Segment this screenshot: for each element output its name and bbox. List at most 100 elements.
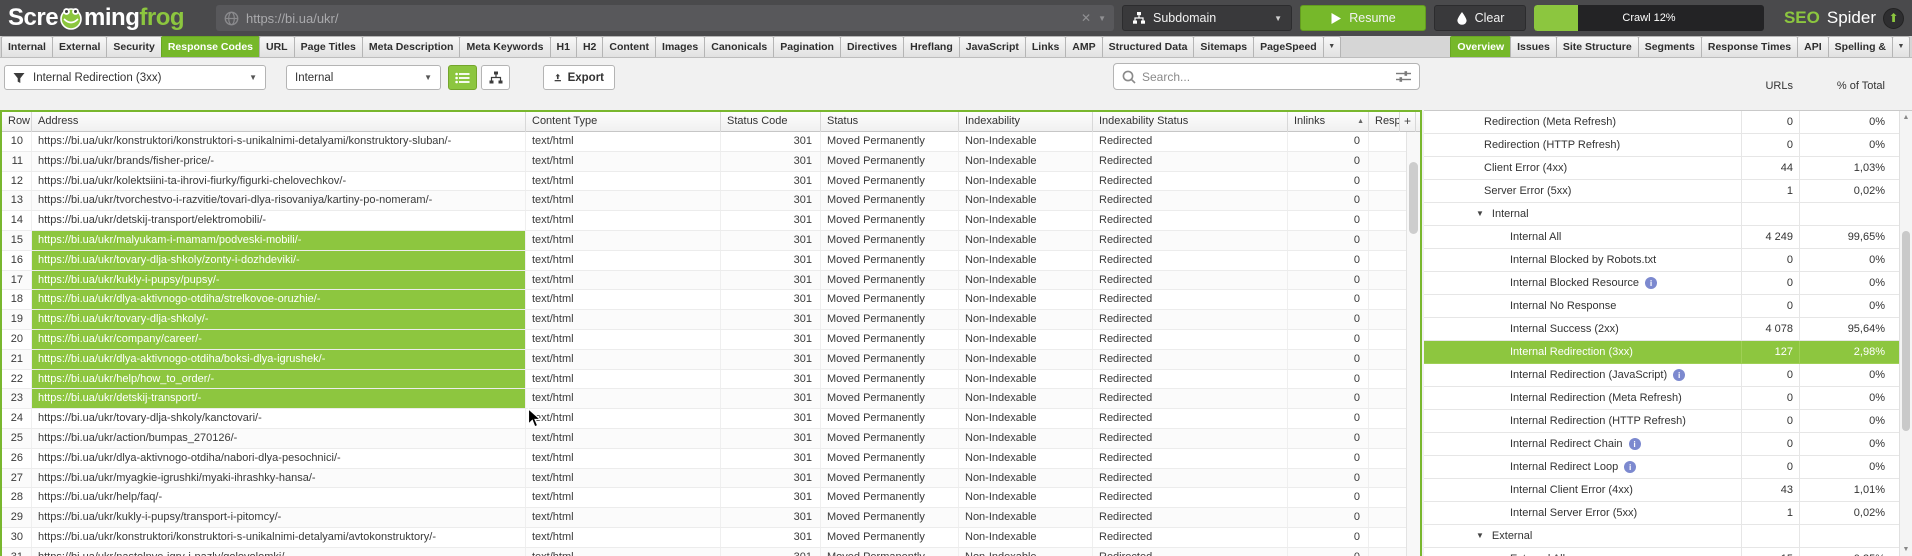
content-type-cell[interactable]: text/html	[526, 468, 721, 488]
indexability-status-cell[interactable]: Redirected	[1093, 527, 1288, 547]
tab-meta-description[interactable]: Meta Description	[361, 36, 461, 57]
table-row[interactable]: 16 https://bi.ua/ukr/tovary-dlja-shkoly/z…	[2, 250, 1420, 271]
table-row[interactable]: 17 https://bi.ua/ukr/kukly-i-pupsy/pupsy/…	[2, 270, 1420, 291]
row-number-cell[interactable]: 22	[2, 369, 32, 389]
status-code-cell[interactable]: 301	[721, 488, 821, 508]
tab-directives[interactable]: Directives	[839, 36, 905, 57]
urls-column-header[interactable]: URLs	[1741, 80, 1799, 92]
column-header-response[interactable]: Respo	[1369, 112, 1400, 132]
table-row[interactable]: 14 https://bi.ua/ukr/detskij-transport/el…	[2, 211, 1420, 231]
indexability-status-cell[interactable]: Redirected	[1093, 369, 1288, 389]
address-cell[interactable]: https://bi.ua/ukr/kolektsiini-ta-ihrovi-…	[32, 171, 526, 191]
status-cell[interactable]: Moved Permanently	[821, 428, 959, 448]
tab-issues[interactable]: Issues	[1510, 36, 1557, 57]
content-type-cell[interactable]: text/html	[526, 409, 721, 428]
overview-item-internal-all[interactable]: Internal All 4 249 99,65%	[1424, 226, 1899, 249]
status-code-cell[interactable]: 301	[721, 270, 821, 290]
inlinks-cell[interactable]: 0	[1288, 409, 1369, 428]
inlinks-cell[interactable]: 0	[1288, 389, 1369, 409]
info-icon[interactable]: i	[1628, 438, 1641, 450]
tab-sitemaps[interactable]: Sitemaps	[1193, 36, 1255, 57]
status-cell[interactable]: Moved Permanently	[821, 270, 959, 290]
row-number-cell[interactable]: 31	[2, 547, 32, 556]
row-number-cell[interactable]: 23	[2, 389, 32, 409]
indexability-cell[interactable]: Non-Indexable	[959, 547, 1093, 556]
overview-item-internal-blocked-by-robots-txt[interactable]: Internal Blocked by Robots.txt 0 0%	[1424, 249, 1899, 272]
clear-url-icon[interactable]: ✕	[1081, 11, 1091, 25]
pct-column-header[interactable]: % of Total	[1799, 80, 1899, 92]
row-number-cell[interactable]: 19	[2, 310, 32, 329]
indexability-status-cell[interactable]: Redirected	[1093, 132, 1288, 151]
indexability-cell[interactable]: Non-Indexable	[959, 191, 1093, 211]
indexability-cell[interactable]: Non-Indexable	[959, 171, 1093, 191]
status-cell[interactable]: Moved Permanently	[821, 132, 959, 151]
tab-spelling[interactable]: Spelling &	[1827, 36, 1893, 57]
table-row[interactable]: 28 https://bi.ua/ukr/help/faq/- text/html 3…	[2, 488, 1420, 509]
address-cell[interactable]: https://bi.ua/ukr/help/how_to_order/-	[32, 369, 526, 389]
inlinks-cell[interactable]: 0	[1288, 329, 1369, 349]
table-row[interactable]: 19 https://bi.ua/ukr/tovary-dlja-shkoly/-…	[2, 310, 1420, 330]
address-cell[interactable]: https://bi.ua/ukr/nastolnye-igry-i-pazly…	[32, 547, 526, 556]
row-number-cell[interactable]: 13	[2, 191, 32, 211]
address-cell[interactable]: https://bi.ua/ukr/tovary-dlja-shkoly/-	[32, 310, 526, 329]
search-filter-icon[interactable]	[1396, 70, 1411, 83]
indexability-cell[interactable]: Non-Indexable	[959, 310, 1093, 329]
indexability-status-cell[interactable]: Redirected	[1093, 191, 1288, 211]
table-row[interactable]: 31https://bi.ua/ukr/nastolnye-igry-i-paz…	[2, 547, 1420, 556]
column-header-indexability[interactable]: Indexability	[959, 112, 1093, 132]
overview-group-external[interactable]: ▼ External	[1424, 525, 1899, 548]
content-type-cell[interactable]: text/html	[526, 290, 721, 310]
tab-meta-keywords[interactable]: Meta Keywords	[459, 36, 551, 57]
status-code-cell[interactable]: 301	[721, 369, 821, 389]
content-type-cell[interactable]: text/html	[526, 369, 721, 389]
status-cell[interactable]: Moved Permanently	[821, 329, 959, 349]
content-type-cell[interactable]: text/html	[526, 270, 721, 290]
indexability-cell[interactable]: Non-Indexable	[959, 488, 1093, 508]
indexability-cell[interactable]: Non-Indexable	[959, 270, 1093, 290]
row-number-cell[interactable]: 28	[2, 488, 32, 508]
row-number-cell[interactable]: 11	[2, 151, 32, 171]
indexability-status-cell[interactable]: Redirected	[1093, 349, 1288, 369]
inlinks-cell[interactable]: 0	[1288, 250, 1369, 270]
row-number-cell[interactable]: 21	[2, 349, 32, 369]
overview-item-internal-no-response[interactable]: Internal No Response 0 0%	[1424, 295, 1899, 318]
tab-external[interactable]: External	[51, 36, 108, 57]
tab-api[interactable]: API	[1797, 36, 1829, 57]
search-input[interactable]	[1142, 69, 1390, 84]
content-type-cell[interactable]: text/html	[526, 527, 721, 547]
table-row[interactable]: 26 https://bi.ua/ukr/dlya-aktivnogo-otdih…	[2, 448, 1420, 469]
content-type-cell[interactable]: text/html	[526, 508, 721, 527]
table-row[interactable]: 12 https://bi.ua/ukr/kolektsiini-ta-ihrov…	[2, 171, 1420, 192]
indexability-status-cell[interactable]: Redirected	[1093, 211, 1288, 230]
status-cell[interactable]: Moved Permanently	[821, 389, 959, 409]
info-icon[interactable]: i	[1624, 461, 1637, 473]
content-type-cell[interactable]: text/html	[526, 349, 721, 369]
indexability-status-cell[interactable]: Redirected	[1093, 547, 1288, 556]
row-number-cell[interactable]: 14	[2, 211, 32, 230]
tab-images[interactable]: Images	[655, 36, 706, 57]
content-type-cell[interactable]: text/html	[526, 132, 721, 151]
tab-overview[interactable]: Overview	[1450, 36, 1512, 57]
row-number-cell[interactable]: 24	[2, 409, 32, 428]
row-number-cell[interactable]: 25	[2, 428, 32, 448]
inlinks-cell[interactable]: 0	[1288, 171, 1369, 191]
status-cell[interactable]: Moved Permanently	[821, 211, 959, 230]
tab-h2[interactable]: H2	[575, 36, 604, 57]
indexability-status-cell[interactable]: Redirected	[1093, 448, 1288, 468]
indexability-status-cell[interactable]: Redirected	[1093, 468, 1288, 488]
row-number-cell[interactable]: 18	[2, 290, 32, 310]
table-row[interactable]: 30 https://bi.ua/ukr/konstruktori/konstru…	[2, 527, 1420, 548]
tab-site-structure[interactable]: Site Structure	[1555, 36, 1639, 57]
inlinks-cell[interactable]: 0	[1288, 428, 1369, 448]
table-row[interactable]: 21 https://bi.ua/ukr/dlya-aktivnogo-otdih…	[2, 349, 1420, 370]
collapse-triangle-icon[interactable]: ▼	[1476, 203, 1484, 225]
table-row[interactable]: 29 https://bi.ua/ukr/kukly-i-pupsy/transp…	[2, 508, 1420, 528]
export-button[interactable]: Export	[543, 65, 615, 90]
tab-pagespeed[interactable]: PageSpeed	[1253, 36, 1324, 57]
status-cell[interactable]: Moved Permanently	[821, 191, 959, 211]
indexability-status-cell[interactable]: Redirected	[1093, 250, 1288, 270]
indexability-status-cell[interactable]: Redirected	[1093, 488, 1288, 508]
row-number-cell[interactable]: 15	[2, 230, 32, 250]
address-cell[interactable]: https://bi.ua/ukr/dlya-aktivnogo-otdiha/…	[32, 290, 526, 310]
status-code-cell[interactable]: 301	[721, 151, 821, 171]
